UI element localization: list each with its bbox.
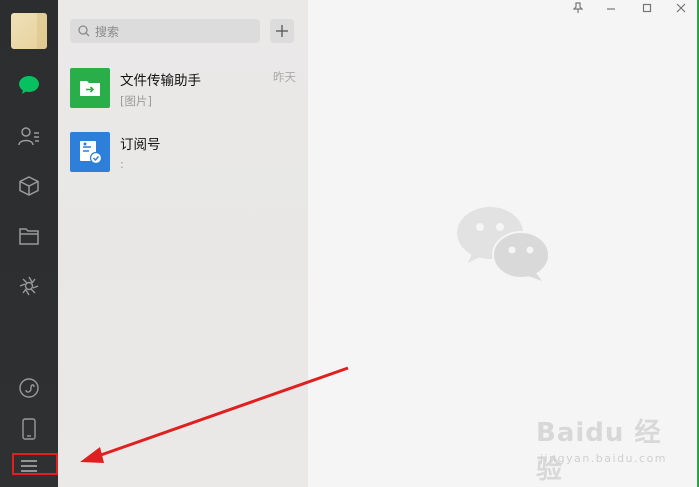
annotation-arrow <box>80 366 349 463</box>
